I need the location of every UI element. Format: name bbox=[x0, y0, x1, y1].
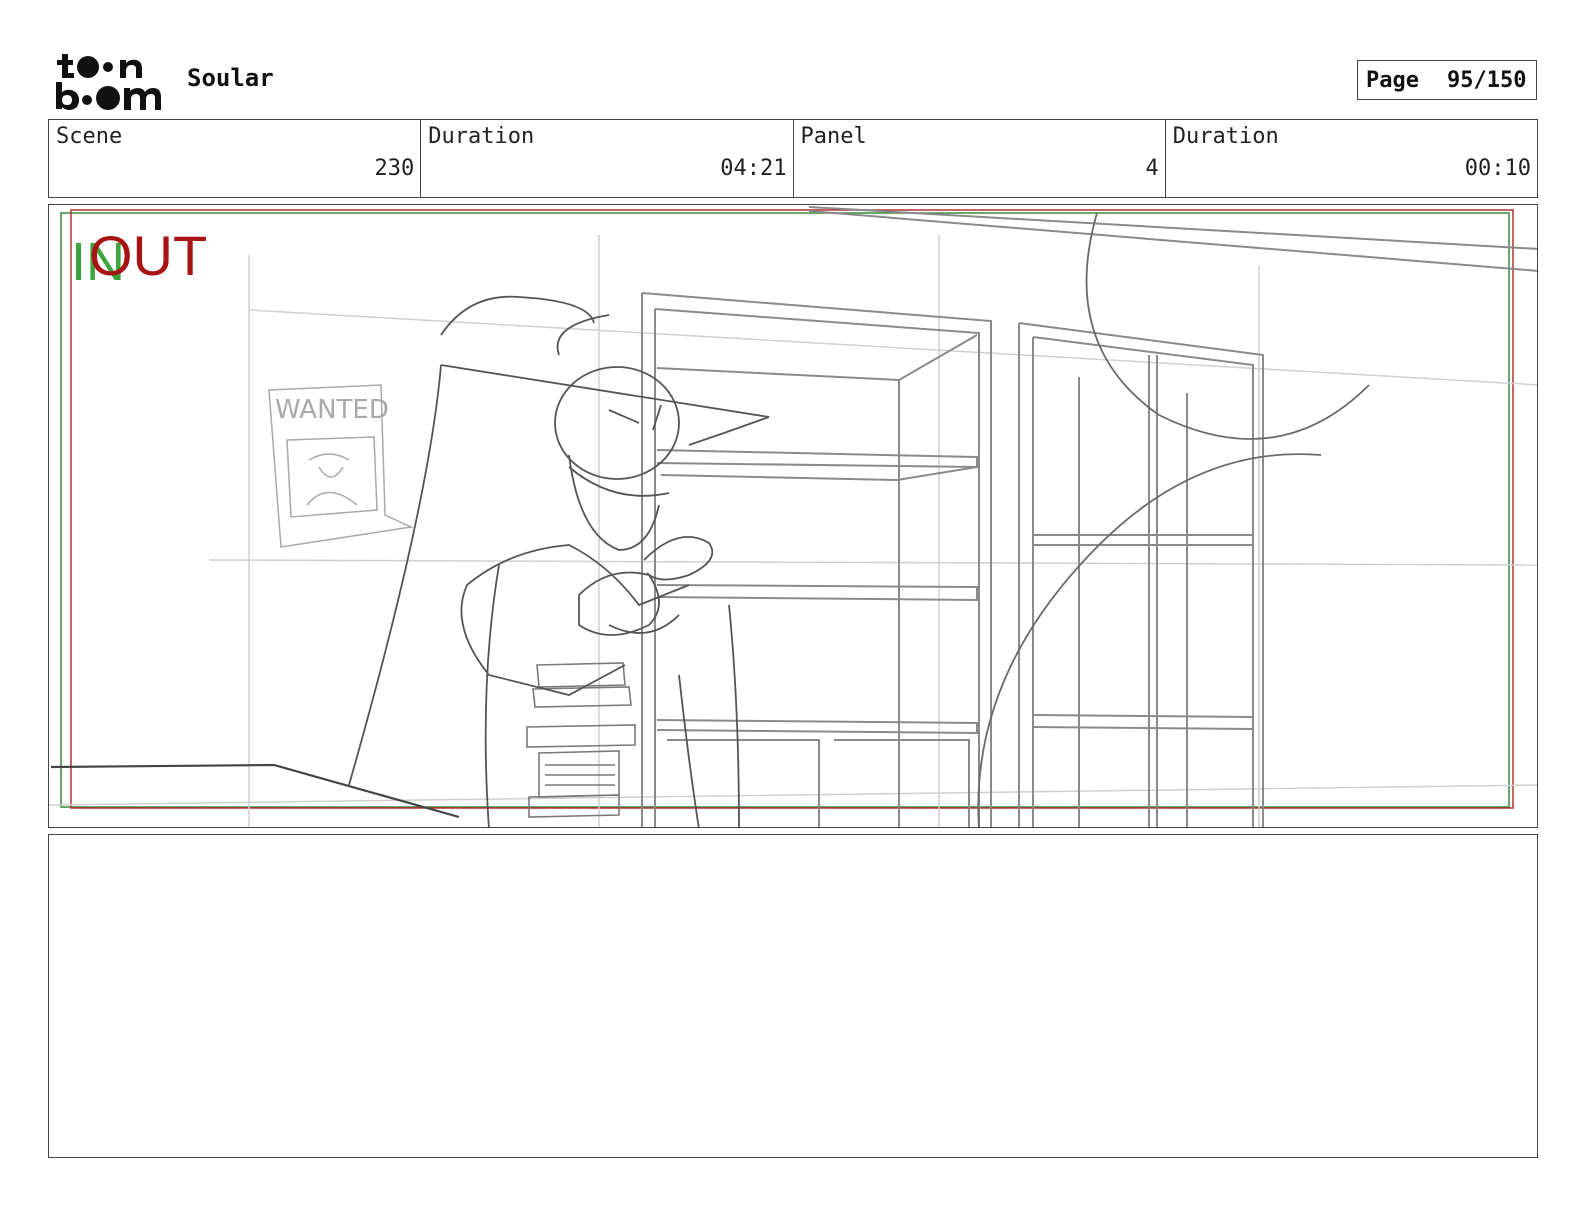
page-number: 95/150 bbox=[1446, 67, 1527, 93]
toon-boom-logo bbox=[52, 50, 164, 112]
panel-value: 4 bbox=[1145, 156, 1159, 181]
panel-label: Panel bbox=[800, 124, 867, 149]
poster-text: WANTED bbox=[275, 395, 389, 425]
storyboard-panel-image: WANTED IN OUT bbox=[48, 204, 1538, 828]
book-stack bbox=[526, 662, 636, 818]
floor-line bbox=[50, 763, 460, 819]
page-indicator: Page 95/150 bbox=[1357, 60, 1537, 100]
panel-cell: Panel 4 bbox=[794, 120, 1166, 197]
ceiling-beam bbox=[808, 206, 1537, 272]
panel-duration-label: Duration bbox=[1172, 124, 1279, 149]
scene-cell: Scene 230 bbox=[49, 120, 422, 197]
scene-info-row: Scene 230 Duration 04:21 Panel 4 Duratio… bbox=[48, 119, 1538, 198]
page-label: Page bbox=[1366, 67, 1419, 93]
scene-label: Scene bbox=[56, 124, 123, 149]
out-marker: OUT bbox=[89, 224, 208, 287]
panel-duration-cell: Duration 00:10 bbox=[1166, 120, 1537, 197]
foreground-arcs bbox=[977, 212, 1370, 827]
sketch-drawing: WANTED bbox=[49, 206, 1537, 827]
scene-duration-cell: Duration 04:21 bbox=[421, 120, 794, 197]
scene-value: 230 bbox=[374, 156, 415, 181]
panel-notes-box bbox=[48, 834, 1538, 1158]
out-frame bbox=[70, 209, 1514, 809]
bookshelf-right bbox=[1018, 322, 1264, 827]
project-title: Soular bbox=[187, 64, 274, 92]
scene-duration-label: Duration bbox=[428, 124, 535, 149]
scene-duration-value: 04:21 bbox=[720, 156, 787, 181]
panel-duration-value: 00:10 bbox=[1464, 156, 1531, 181]
